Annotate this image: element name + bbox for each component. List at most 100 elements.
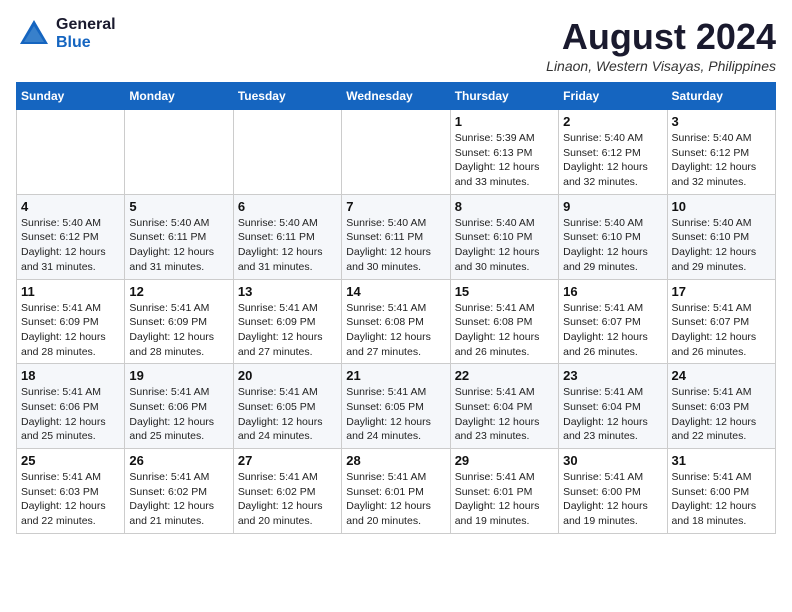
day-content: Sunrise: 5:41 AM Sunset: 6:05 PM Dayligh… bbox=[346, 385, 445, 444]
calendar-week-row: 4 Sunrise: 5:40 AM Sunset: 6:12 PM Daylig… bbox=[17, 194, 776, 279]
calendar-cell bbox=[125, 110, 233, 195]
calendar-cell: 17 Sunrise: 5:41 AM Sunset: 6:07 PM Dayli… bbox=[667, 279, 775, 364]
day-content: Sunrise: 5:41 AM Sunset: 6:04 PM Dayligh… bbox=[563, 385, 662, 444]
day-number: 25 bbox=[21, 453, 120, 468]
day-content: Sunrise: 5:41 AM Sunset: 6:02 PM Dayligh… bbox=[129, 470, 228, 529]
day-content: Sunrise: 5:41 AM Sunset: 6:08 PM Dayligh… bbox=[455, 301, 554, 360]
calendar-cell: 10 Sunrise: 5:40 AM Sunset: 6:10 PM Dayli… bbox=[667, 194, 775, 279]
calendar-cell: 1 Sunrise: 5:39 AM Sunset: 6:13 PM Daylig… bbox=[450, 110, 558, 195]
day-content: Sunrise: 5:41 AM Sunset: 6:06 PM Dayligh… bbox=[21, 385, 120, 444]
day-content: Sunrise: 5:41 AM Sunset: 6:01 PM Dayligh… bbox=[455, 470, 554, 529]
calendar-cell: 18 Sunrise: 5:41 AM Sunset: 6:06 PM Dayli… bbox=[17, 364, 125, 449]
calendar-cell: 25 Sunrise: 5:41 AM Sunset: 6:03 PM Dayli… bbox=[17, 449, 125, 534]
calendar-cell: 28 Sunrise: 5:41 AM Sunset: 6:01 PM Dayli… bbox=[342, 449, 450, 534]
calendar-cell: 5 Sunrise: 5:40 AM Sunset: 6:11 PM Daylig… bbox=[125, 194, 233, 279]
location-subtitle: Linaon, Western Visayas, Philippines bbox=[546, 58, 776, 74]
logo-icon bbox=[16, 16, 52, 52]
month-title: August 2024 bbox=[546, 16, 776, 58]
calendar-week-row: 18 Sunrise: 5:41 AM Sunset: 6:06 PM Dayli… bbox=[17, 364, 776, 449]
calendar-cell bbox=[342, 110, 450, 195]
day-number: 30 bbox=[563, 453, 662, 468]
calendar-cell: 12Sunrise: 5:41 AM Sunset: 6:09 PM Dayli… bbox=[125, 279, 233, 364]
day-content: Sunrise: 5:40 AM Sunset: 6:12 PM Dayligh… bbox=[672, 131, 771, 190]
day-number: 19 bbox=[129, 368, 228, 383]
day-number: 28 bbox=[346, 453, 445, 468]
calendar-cell: 8 Sunrise: 5:40 AM Sunset: 6:10 PM Daylig… bbox=[450, 194, 558, 279]
calendar-cell: 24Sunrise: 5:41 AM Sunset: 6:03 PM Dayli… bbox=[667, 364, 775, 449]
day-number: 15 bbox=[455, 284, 554, 299]
day-of-week-header: Wednesday bbox=[342, 83, 450, 110]
day-content: Sunrise: 5:41 AM Sunset: 6:01 PM Dayligh… bbox=[346, 470, 445, 529]
day-number: 17 bbox=[672, 284, 771, 299]
day-content: Sunrise: 5:40 AM Sunset: 6:10 PM Dayligh… bbox=[672, 216, 771, 275]
day-content: Sunrise: 5:40 AM Sunset: 6:12 PM Dayligh… bbox=[21, 216, 120, 275]
calendar-cell: 26 Sunrise: 5:41 AM Sunset: 6:02 PM Dayli… bbox=[125, 449, 233, 534]
calendar-cell: 3 Sunrise: 5:40 AM Sunset: 6:12 PM Daylig… bbox=[667, 110, 775, 195]
day-number: 27 bbox=[238, 453, 337, 468]
day-content: Sunrise: 5:41 AM Sunset: 6:08 PM Dayligh… bbox=[346, 301, 445, 360]
calendar-cell: 29 Sunrise: 5:41 AM Sunset: 6:01 PM Dayli… bbox=[450, 449, 558, 534]
calendar-cell: 9 Sunrise: 5:40 AM Sunset: 6:10 PM Daylig… bbox=[559, 194, 667, 279]
page-header: General Blue August 2024 Linaon, Western… bbox=[16, 16, 776, 74]
day-number: 22 bbox=[455, 368, 554, 383]
day-content: Sunrise: 5:41 AM Sunset: 6:02 PM Dayligh… bbox=[238, 470, 337, 529]
day-header-row: SundayMondayTuesdayWednesdayThursdayFrid… bbox=[17, 83, 776, 110]
day-number: 8 bbox=[455, 199, 554, 214]
calendar-cell: 11Sunrise: 5:41 AM Sunset: 6:09 PM Dayli… bbox=[17, 279, 125, 364]
day-number: 16 bbox=[563, 284, 662, 299]
day-content: Sunrise: 5:39 AM Sunset: 6:13 PM Dayligh… bbox=[455, 131, 554, 190]
logo-blue-text: Blue bbox=[56, 34, 116, 52]
logo: General Blue bbox=[16, 16, 116, 52]
day-number: 12 bbox=[129, 284, 228, 299]
calendar-week-row: 25 Sunrise: 5:41 AM Sunset: 6:03 PM Dayli… bbox=[17, 449, 776, 534]
calendar-cell: 6Sunrise: 5:40 AM Sunset: 6:11 PM Daylig… bbox=[233, 194, 341, 279]
day-number: 14 bbox=[346, 284, 445, 299]
day-number: 23 bbox=[563, 368, 662, 383]
day-number: 1 bbox=[455, 114, 554, 129]
calendar-cell: 31 Sunrise: 5:41 AM Sunset: 6:00 PM Dayli… bbox=[667, 449, 775, 534]
day-of-week-header: Thursday bbox=[450, 83, 558, 110]
day-number: 6 bbox=[238, 199, 337, 214]
calendar-cell bbox=[17, 110, 125, 195]
day-number: 10 bbox=[672, 199, 771, 214]
day-content: Sunrise: 5:40 AM Sunset: 6:10 PM Dayligh… bbox=[563, 216, 662, 275]
calendar-table: SundayMondayTuesdayWednesdayThursdayFrid… bbox=[16, 82, 776, 534]
calendar-cell: 20Sunrise: 5:41 AM Sunset: 6:05 PM Dayli… bbox=[233, 364, 341, 449]
day-number: 2 bbox=[563, 114, 662, 129]
day-content: Sunrise: 5:41 AM Sunset: 6:06 PM Dayligh… bbox=[129, 385, 228, 444]
calendar-cell: 23 Sunrise: 5:41 AM Sunset: 6:04 PM Dayli… bbox=[559, 364, 667, 449]
day-of-week-header: Friday bbox=[559, 83, 667, 110]
day-content: Sunrise: 5:40 AM Sunset: 6:11 PM Dayligh… bbox=[129, 216, 228, 275]
day-number: 4 bbox=[21, 199, 120, 214]
calendar-cell: 14 Sunrise: 5:41 AM Sunset: 6:08 PM Dayli… bbox=[342, 279, 450, 364]
day-content: Sunrise: 5:41 AM Sunset: 6:09 PM Dayligh… bbox=[21, 301, 120, 360]
day-number: 5 bbox=[129, 199, 228, 214]
day-number: 20 bbox=[238, 368, 337, 383]
calendar-week-row: 1 Sunrise: 5:39 AM Sunset: 6:13 PM Daylig… bbox=[17, 110, 776, 195]
calendar-cell: 4 Sunrise: 5:40 AM Sunset: 6:12 PM Daylig… bbox=[17, 194, 125, 279]
title-area: August 2024 Linaon, Western Visayas, Phi… bbox=[546, 16, 776, 74]
day-content: Sunrise: 5:41 AM Sunset: 6:00 PM Dayligh… bbox=[672, 470, 771, 529]
day-content: Sunrise: 5:40 AM Sunset: 6:11 PM Dayligh… bbox=[346, 216, 445, 275]
calendar-cell: 22Sunrise: 5:41 AM Sunset: 6:04 PM Dayli… bbox=[450, 364, 558, 449]
day-of-week-header: Tuesday bbox=[233, 83, 341, 110]
day-number: 21 bbox=[346, 368, 445, 383]
day-content: Sunrise: 5:41 AM Sunset: 6:03 PM Dayligh… bbox=[672, 385, 771, 444]
day-content: Sunrise: 5:40 AM Sunset: 6:10 PM Dayligh… bbox=[455, 216, 554, 275]
day-number: 3 bbox=[672, 114, 771, 129]
day-content: Sunrise: 5:41 AM Sunset: 6:07 PM Dayligh… bbox=[563, 301, 662, 360]
day-number: 26 bbox=[129, 453, 228, 468]
calendar-cell: 2Sunrise: 5:40 AM Sunset: 6:12 PM Daylig… bbox=[559, 110, 667, 195]
day-content: Sunrise: 5:41 AM Sunset: 6:03 PM Dayligh… bbox=[21, 470, 120, 529]
calendar-header: SundayMondayTuesdayWednesdayThursdayFrid… bbox=[17, 83, 776, 110]
day-content: Sunrise: 5:41 AM Sunset: 6:00 PM Dayligh… bbox=[563, 470, 662, 529]
calendar-cell: 15 Sunrise: 5:41 AM Sunset: 6:08 PM Dayli… bbox=[450, 279, 558, 364]
day-number: 18 bbox=[21, 368, 120, 383]
day-number: 9 bbox=[563, 199, 662, 214]
day-content: Sunrise: 5:41 AM Sunset: 6:07 PM Dayligh… bbox=[672, 301, 771, 360]
day-number: 31 bbox=[672, 453, 771, 468]
day-of-week-header: Monday bbox=[125, 83, 233, 110]
day-number: 29 bbox=[455, 453, 554, 468]
calendar-cell: 21 Sunrise: 5:41 AM Sunset: 6:05 PM Dayli… bbox=[342, 364, 450, 449]
calendar-cell: 13Sunrise: 5:41 AM Sunset: 6:09 PM Dayli… bbox=[233, 279, 341, 364]
